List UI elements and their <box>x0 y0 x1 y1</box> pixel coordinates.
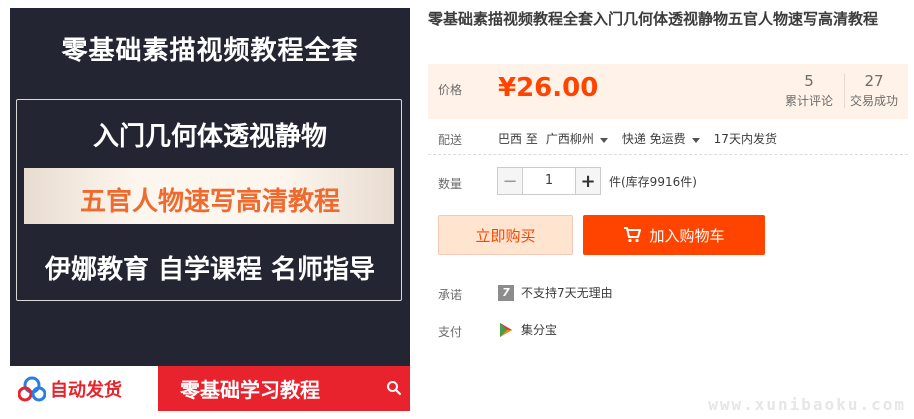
reviews-stat[interactable]: 5 累计评论 <box>779 72 839 109</box>
shipping-method: 快递 免运费 <box>621 132 686 146</box>
buy-now-button[interactable]: 立即购买 <box>438 215 573 255</box>
quantity-input[interactable]: 1 <box>523 167 575 195</box>
image-line-2: 五官人物速写高清教程 <box>79 187 340 217</box>
add-to-cart-label: 加入购物车 <box>649 226 725 245</box>
auto-ship-logo-icon <box>18 376 46 402</box>
service-promise: 7 不支持7天无理由 <box>498 284 613 301</box>
sales-label: 交易成功 <box>849 94 898 108</box>
shipping-destination-select[interactable]: 广西柳州 <box>546 130 622 147</box>
image-bottom-strip: 自动发货 零基础学习教程 <box>10 366 410 411</box>
jifenbao-icon <box>500 322 512 337</box>
section-divider <box>428 154 908 155</box>
reviews-label: 累计评论 <box>784 94 833 108</box>
service-label: 承诺 <box>438 288 463 302</box>
sales-count: 27 <box>864 72 884 90</box>
price-label: 价格 <box>438 83 463 97</box>
currency-symbol: ¥ <box>498 73 517 103</box>
stock-info: 件(库存9916件) <box>609 174 697 189</box>
increase-button[interactable]: + <box>575 167 601 195</box>
shipping-destination: 广西柳州 <box>545 132 594 146</box>
image-line-1: 入门几何体透视静物 <box>92 122 327 152</box>
product-title: 零基础素描视频教程全套入门几何体透视静物五官人物速写高清教程 <box>428 10 879 28</box>
add-to-cart-button[interactable]: 加入购物车 <box>583 215 765 255</box>
search-icon[interactable] <box>386 380 402 396</box>
price-value: ¥26.00 <box>498 73 598 103</box>
decrease-button[interactable]: − <box>497 167 523 195</box>
cart-icon <box>624 227 642 243</box>
price-amount: 26.00 <box>516 73 599 103</box>
service-text: 不支持7天无理由 <box>521 286 613 300</box>
quantity-label: 数量 <box>438 177 463 191</box>
shipping-info: 巴西 至 广西柳州 快递 免运费 17天内发货 <box>498 130 777 147</box>
learn-banner-label: 零基础学习教程 <box>180 378 320 402</box>
chevron-down-icon <box>599 138 608 143</box>
dispatch-time: 17天内发货 <box>713 132 777 146</box>
image-title: 零基础素描视频教程全套 <box>61 36 359 66</box>
payment-method-label: 集分宝 <box>521 323 558 337</box>
chevron-down-icon <box>691 138 700 143</box>
shipping-label: 配送 <box>438 133 463 147</box>
auto-ship-badge: 自动发货 <box>18 373 122 405</box>
reviews-count: 5 <box>804 72 814 90</box>
sales-stat: 27 交易成功 <box>844 72 904 109</box>
shipping-method-select[interactable]: 快递 免运费 <box>622 130 714 147</box>
payment-method: 集分宝 <box>498 321 557 338</box>
auto-ship-label: 自动发货 <box>50 380 122 401</box>
payment-label: 支付 <box>438 325 463 339</box>
watermark: www.xunibaoku.com <box>708 395 906 414</box>
shipping-from: 巴西 至 <box>498 132 538 146</box>
product-image[interactable]: 零基础素描视频教程全套 入门几何体透视静物 五官人物速写高清教程 伊娜教育 自学… <box>10 8 410 411</box>
quantity-stepper: − 1 + 件(库存9916件) <box>497 166 697 196</box>
image-line-3: 伊娜教育 自学课程 名师指导 <box>44 255 376 285</box>
seven-day-icon: 7 <box>498 284 514 301</box>
learn-banner: 零基础学习教程 <box>158 366 410 411</box>
price-box: 价格 ¥26.00 5 累计评论 27 交易成功 <box>428 64 908 119</box>
